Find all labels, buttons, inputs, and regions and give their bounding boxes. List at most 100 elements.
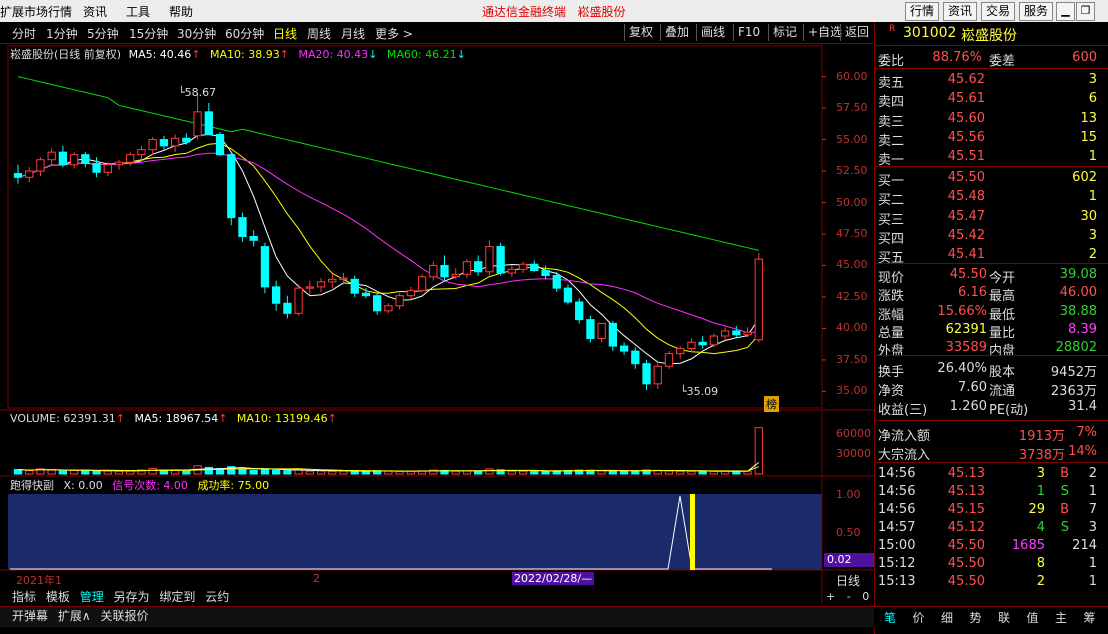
sell-level-row[interactable]: 卖三 45.60 13 bbox=[875, 110, 1108, 130]
quote-tab[interactable]: 细 bbox=[941, 609, 953, 626]
quote-info-row[interactable]: 换手 26.40% 股本 9452万 bbox=[875, 360, 1108, 380]
tick-row[interactable]: 14:56 45.15 29 B 7 bbox=[875, 501, 1108, 519]
price-axis-label: 60.00 bbox=[836, 69, 868, 83]
danmu-button[interactable]: 开弹幕 bbox=[12, 609, 48, 623]
menu-info[interactable]: 资讯 bbox=[83, 3, 107, 20]
order-price: 45.56 bbox=[947, 129, 985, 145]
chart-canvas[interactable] bbox=[0, 44, 874, 604]
tick-row[interactable]: 15:12 45.50 8 1 bbox=[875, 555, 1108, 573]
order-volume: 30 bbox=[1080, 208, 1097, 224]
period-monthly[interactable]: 月线 bbox=[341, 25, 365, 42]
quote-stat-row[interactable]: 涨幅 15.66% 最低 38.88 bbox=[875, 303, 1108, 323]
sell-level-row[interactable]: 卖一 45.51 1 bbox=[875, 148, 1108, 168]
indicator-name[interactable]: 跑得快副 bbox=[10, 479, 54, 492]
tick-count: 214 bbox=[1072, 538, 1097, 553]
f10-button[interactable]: F10 bbox=[733, 24, 764, 41]
quote-info-row[interactable]: 收益(三) 1.260 PE(动) 31.4 bbox=[875, 398, 1108, 418]
tick-row[interactable]: 14:56 45.13 1 S 1 bbox=[875, 483, 1108, 501]
order-price: 45.51 bbox=[947, 149, 985, 165]
buy-level-row[interactable]: 买四 45.42 3 bbox=[875, 227, 1108, 247]
expand-button[interactable]: 扩展∧ bbox=[58, 609, 91, 623]
volume-bar bbox=[451, 470, 460, 475]
sell-level-row[interactable]: 卖二 45.56 15 bbox=[875, 129, 1108, 149]
fund-flow-row[interactable]: 净流入额 1913万 7% bbox=[875, 424, 1108, 444]
buy-level-row[interactable]: 买三 45.47 30 bbox=[875, 208, 1108, 228]
period-fenshi[interactable]: 分时 bbox=[12, 25, 36, 42]
buy-level-row[interactable]: 买一 45.50 602 bbox=[875, 169, 1108, 189]
volume-value: VOLUME: 62391.31 bbox=[10, 412, 116, 425]
tab-moban[interactable]: 模板 bbox=[46, 590, 70, 604]
price-axis-label: 52.50 bbox=[836, 164, 868, 178]
period-60min[interactable]: 60分钟 bbox=[225, 25, 264, 42]
minimize-icon[interactable]: ▁ bbox=[1056, 2, 1075, 21]
stat-value: 2363万 bbox=[1050, 384, 1097, 399]
order-volume: 15 bbox=[1080, 129, 1097, 145]
buy-level-row[interactable]: 买二 45.48 1 bbox=[875, 188, 1108, 208]
candle-body bbox=[451, 273, 460, 278]
period-daily[interactable]: 日线 bbox=[273, 25, 297, 42]
period-5min[interactable]: 5分钟 bbox=[87, 25, 119, 42]
quote-tab[interactable]: 筹 bbox=[1084, 609, 1096, 626]
ind-axis-1: 1.00 bbox=[836, 488, 861, 501]
tick-row[interactable]: 14:56 45.13 3 B 2 bbox=[875, 465, 1108, 483]
sell-level-row[interactable]: 卖五 45.62 3 bbox=[875, 71, 1108, 91]
sell-level-row[interactable]: 卖四 45.61 6 bbox=[875, 90, 1108, 110]
quote-tab[interactable]: 价 bbox=[913, 609, 925, 626]
tab-lingcunwei[interactable]: 另存为 bbox=[114, 590, 150, 604]
rank-badge[interactable]: 榜 bbox=[764, 396, 779, 412]
volume-bar bbox=[339, 470, 348, 475]
quote-info-row[interactable]: 净资 7.60 流通 2363万 bbox=[875, 379, 1108, 399]
zoom-in-button[interactable]: + bbox=[826, 590, 835, 603]
hq-button[interactable]: 行情 bbox=[905, 2, 940, 21]
quote-stat-row[interactable]: 现价 45.50 今开 39.08 bbox=[875, 266, 1108, 286]
period-1min[interactable]: 1分钟 bbox=[46, 25, 78, 42]
zoom-out-button[interactable]: - bbox=[847, 590, 851, 603]
tab-guanli[interactable]: 管理 bbox=[80, 590, 104, 604]
tick-row[interactable]: 15:13 45.50 2 1 bbox=[875, 573, 1108, 591]
diejia-button[interactable]: 叠加 bbox=[660, 24, 693, 41]
candle-body bbox=[631, 350, 640, 365]
period-30min[interactable]: 30分钟 bbox=[177, 25, 216, 42]
period-15min[interactable]: 15分钟 bbox=[129, 25, 168, 42]
fw-button[interactable]: 服务 bbox=[1019, 2, 1054, 21]
flow-label: 大宗流入 bbox=[878, 448, 931, 463]
menu-market[interactable]: 扩展市场行情 bbox=[0, 3, 72, 20]
fund-flow-row[interactable]: 大宗流入 3738万 14% bbox=[875, 443, 1108, 463]
biaoji-button[interactable]: 标记 bbox=[768, 24, 801, 41]
tab-yunyue[interactable]: 云约 bbox=[205, 590, 229, 604]
period-more[interactable]: 更多 > bbox=[375, 25, 413, 42]
candle-body bbox=[182, 137, 191, 143]
tick-row[interactable]: 14:57 45.12 4 S 3 bbox=[875, 519, 1108, 537]
tick-row[interactable]: 15:00 45.50 1685 214 bbox=[875, 537, 1108, 555]
stat-value: 38.88 bbox=[1059, 303, 1097, 319]
tab-zhibiao[interactable]: 指标 bbox=[12, 590, 36, 604]
ma20-label: MA20: 40.43 bbox=[298, 48, 369, 61]
quote-stat-row[interactable]: 涨跌 6.16 最高 46.00 bbox=[875, 284, 1108, 304]
period-weekly[interactable]: 周线 bbox=[307, 25, 331, 42]
candle-body bbox=[215, 134, 225, 156]
fuquan-button[interactable]: 复权 bbox=[624, 24, 657, 41]
menu-help[interactable]: 帮助 bbox=[169, 3, 193, 20]
back-button[interactable]: 返回 bbox=[840, 24, 873, 41]
quote-tab[interactable]: 联 bbox=[998, 609, 1010, 626]
quote-tab[interactable]: 势 bbox=[970, 609, 982, 626]
zoom-reset-button[interactable]: 0 bbox=[862, 590, 869, 603]
stat-label: 最低 bbox=[989, 307, 1016, 323]
quote-tab[interactable]: 主 bbox=[1055, 609, 1067, 626]
quote-tab[interactable]: 笔 bbox=[884, 609, 896, 626]
volume-legend: VOLUME: 62391.31↑ MA5: 18967.54↑ MA10: 1… bbox=[10, 412, 337, 425]
huaxian-button[interactable]: 画线 bbox=[696, 24, 729, 41]
buy-level-row[interactable]: 买五 45.41 2 bbox=[875, 246, 1108, 266]
order-volume: 3 bbox=[1088, 227, 1097, 243]
tick-time: 14:57 bbox=[878, 520, 916, 535]
menu-tools[interactable]: 工具 bbox=[126, 3, 150, 20]
candle-body bbox=[81, 154, 90, 164]
tab-bangdingdao[interactable]: 绑定到 bbox=[159, 590, 195, 604]
jy-button[interactable]: 交易 bbox=[981, 2, 1016, 21]
quote-stat-row[interactable]: 总量 62391 量比 8.39 bbox=[875, 321, 1108, 341]
related-quote-button[interactable]: 关联报价 bbox=[100, 609, 148, 623]
zx-button[interactable]: 资讯 bbox=[943, 2, 978, 21]
restore-icon[interactable]: ❐ bbox=[1076, 2, 1095, 21]
tick-time: 15:12 bbox=[878, 556, 916, 571]
quote-tab[interactable]: 值 bbox=[1027, 609, 1039, 626]
